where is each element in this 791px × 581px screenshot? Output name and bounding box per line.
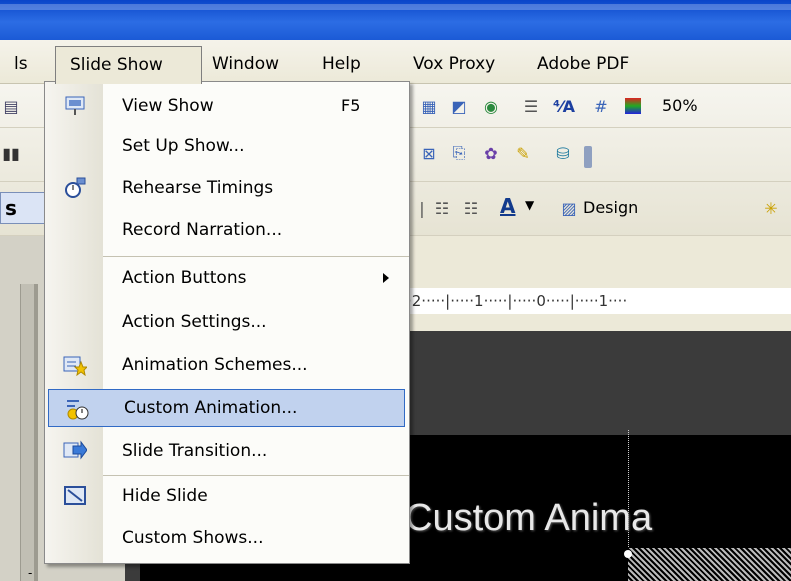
color-icon[interactable] — [622, 95, 644, 117]
grid-icon[interactable]: # — [590, 95, 612, 117]
menu-help[interactable]: Help — [322, 50, 361, 78]
zoom-value[interactable]: 50% — [662, 96, 698, 115]
horizontal-ruler[interactable]: ·2·····|·····1·····|·····0·····|·····1··… — [405, 288, 791, 314]
menu-window[interactable]: Window — [212, 50, 279, 78]
decrease-indent-icon[interactable]: ☷ — [431, 197, 453, 219]
layout-icon[interactable]: ▮▮ — [0, 142, 22, 164]
menu-separator — [103, 256, 409, 257]
menu-tools[interactable]: ls — [14, 50, 28, 78]
title-bar-gloss — [0, 4, 791, 10]
menu-item-action-buttons[interactable]: Action Buttons — [47, 260, 407, 296]
menu-item-label: Hide Slide — [122, 486, 208, 506]
expand-icon[interactable]: ☰ — [520, 95, 542, 117]
toolbar-overflow-icon[interactable] — [584, 146, 592, 168]
window-title-bar[interactable] — [0, 0, 791, 40]
pane-marker-icon: - — [28, 566, 33, 580]
pencil-icon[interactable]: ✎ — [512, 142, 534, 164]
menu-item-label: Set Up Show... — [122, 136, 245, 156]
menu-item-label: Action Buttons — [122, 268, 247, 288]
menu-item-view-show[interactable]: View Show F5 — [47, 88, 407, 124]
menu-item-label: Rehearse Timings — [122, 178, 274, 198]
submenu-arrow-icon — [383, 273, 389, 283]
menu-item-set-up-show[interactable]: Set Up Show... — [47, 128, 407, 164]
crop-icon[interactable]: ⊠ — [418, 142, 440, 164]
stopwatch-icon — [63, 176, 87, 200]
design-icon[interactable]: ▨ — [558, 197, 580, 219]
menu-item-shortcut: F5 — [341, 96, 361, 115]
menu-item-label: Action Settings... — [122, 312, 267, 332]
custom-animation-icon — [65, 396, 89, 420]
menu-adobe-pdf[interactable]: Adobe PDF — [537, 50, 629, 78]
paint-icon[interactable]: ✿ — [480, 142, 502, 164]
menu-item-label: Animation Schemes... — [122, 355, 308, 375]
menu-item-custom-animation[interactable]: Custom Animation... — [48, 389, 405, 427]
menu-item-slide-transition[interactable]: Slide Transition... — [47, 433, 407, 469]
slide-transition-icon — [63, 439, 87, 463]
menu-item-label: Custom Animation... — [124, 398, 298, 418]
hide-slide-icon — [63, 484, 87, 508]
design-button[interactable]: Design — [583, 198, 638, 217]
menu-item-label: Record Narration... — [122, 220, 283, 240]
new-slide-icon[interactable]: ✳ — [760, 197, 782, 219]
menu-item-label: View Show — [122, 96, 214, 116]
animation-schemes-icon — [63, 353, 87, 377]
menu-item-hide-slide[interactable]: Hide Slide — [47, 478, 407, 514]
menu-item-rehearse-timings[interactable]: Rehearse Timings — [47, 170, 407, 206]
menu-bar: ls Slide Show Window Help Vox Proxy Adob… — [0, 40, 791, 84]
menu-item-label: Slide Transition... — [122, 441, 268, 461]
selected-placeholder[interactable] — [628, 548, 791, 581]
globe-icon[interactable]: ◉ — [480, 95, 502, 117]
menu-vox-proxy[interactable]: Vox Proxy — [413, 50, 495, 78]
projector-screen-icon — [63, 94, 87, 118]
slide-show-menu: View Show F5 Set Up Show... Rehearse Tim… — [44, 81, 410, 564]
menu-item-custom-shows[interactable]: Custom Shows... — [47, 520, 407, 556]
scrollbar-track — [34, 284, 38, 581]
increase-indent-icon[interactable]: ☷ — [460, 197, 482, 219]
recolor-icon[interactable]: ⎘ — [448, 142, 470, 164]
slide-title[interactable]: Custom Anima — [405, 497, 652, 540]
chart-icon[interactable]: ◩ — [448, 95, 470, 117]
menu-item-animation-schemes[interactable]: Animation Schemes... — [47, 347, 407, 383]
menu-item-action-settings[interactable]: Action Settings... — [47, 304, 407, 340]
resize-handle[interactable] — [624, 550, 632, 558]
bucket-icon[interactable]: ⛁ — [552, 142, 574, 164]
document-icon[interactable]: ▤ — [0, 95, 22, 117]
menu-separator — [103, 475, 409, 476]
menu-item-record-narration[interactable]: Record Narration... — [47, 212, 407, 248]
font-color-button[interactable]: A — [500, 194, 515, 218]
table-icon[interactable]: ▦ — [418, 95, 440, 117]
menu-item-label: Custom Shows... — [122, 528, 264, 548]
menu-slide-show[interactable]: Slide Show — [55, 46, 202, 84]
format-icon[interactable]: ⁴⁄A — [553, 95, 575, 117]
font-color-dropdown-icon[interactable]: ▼ — [525, 198, 534, 212]
separator-icon: | — [419, 198, 425, 218]
